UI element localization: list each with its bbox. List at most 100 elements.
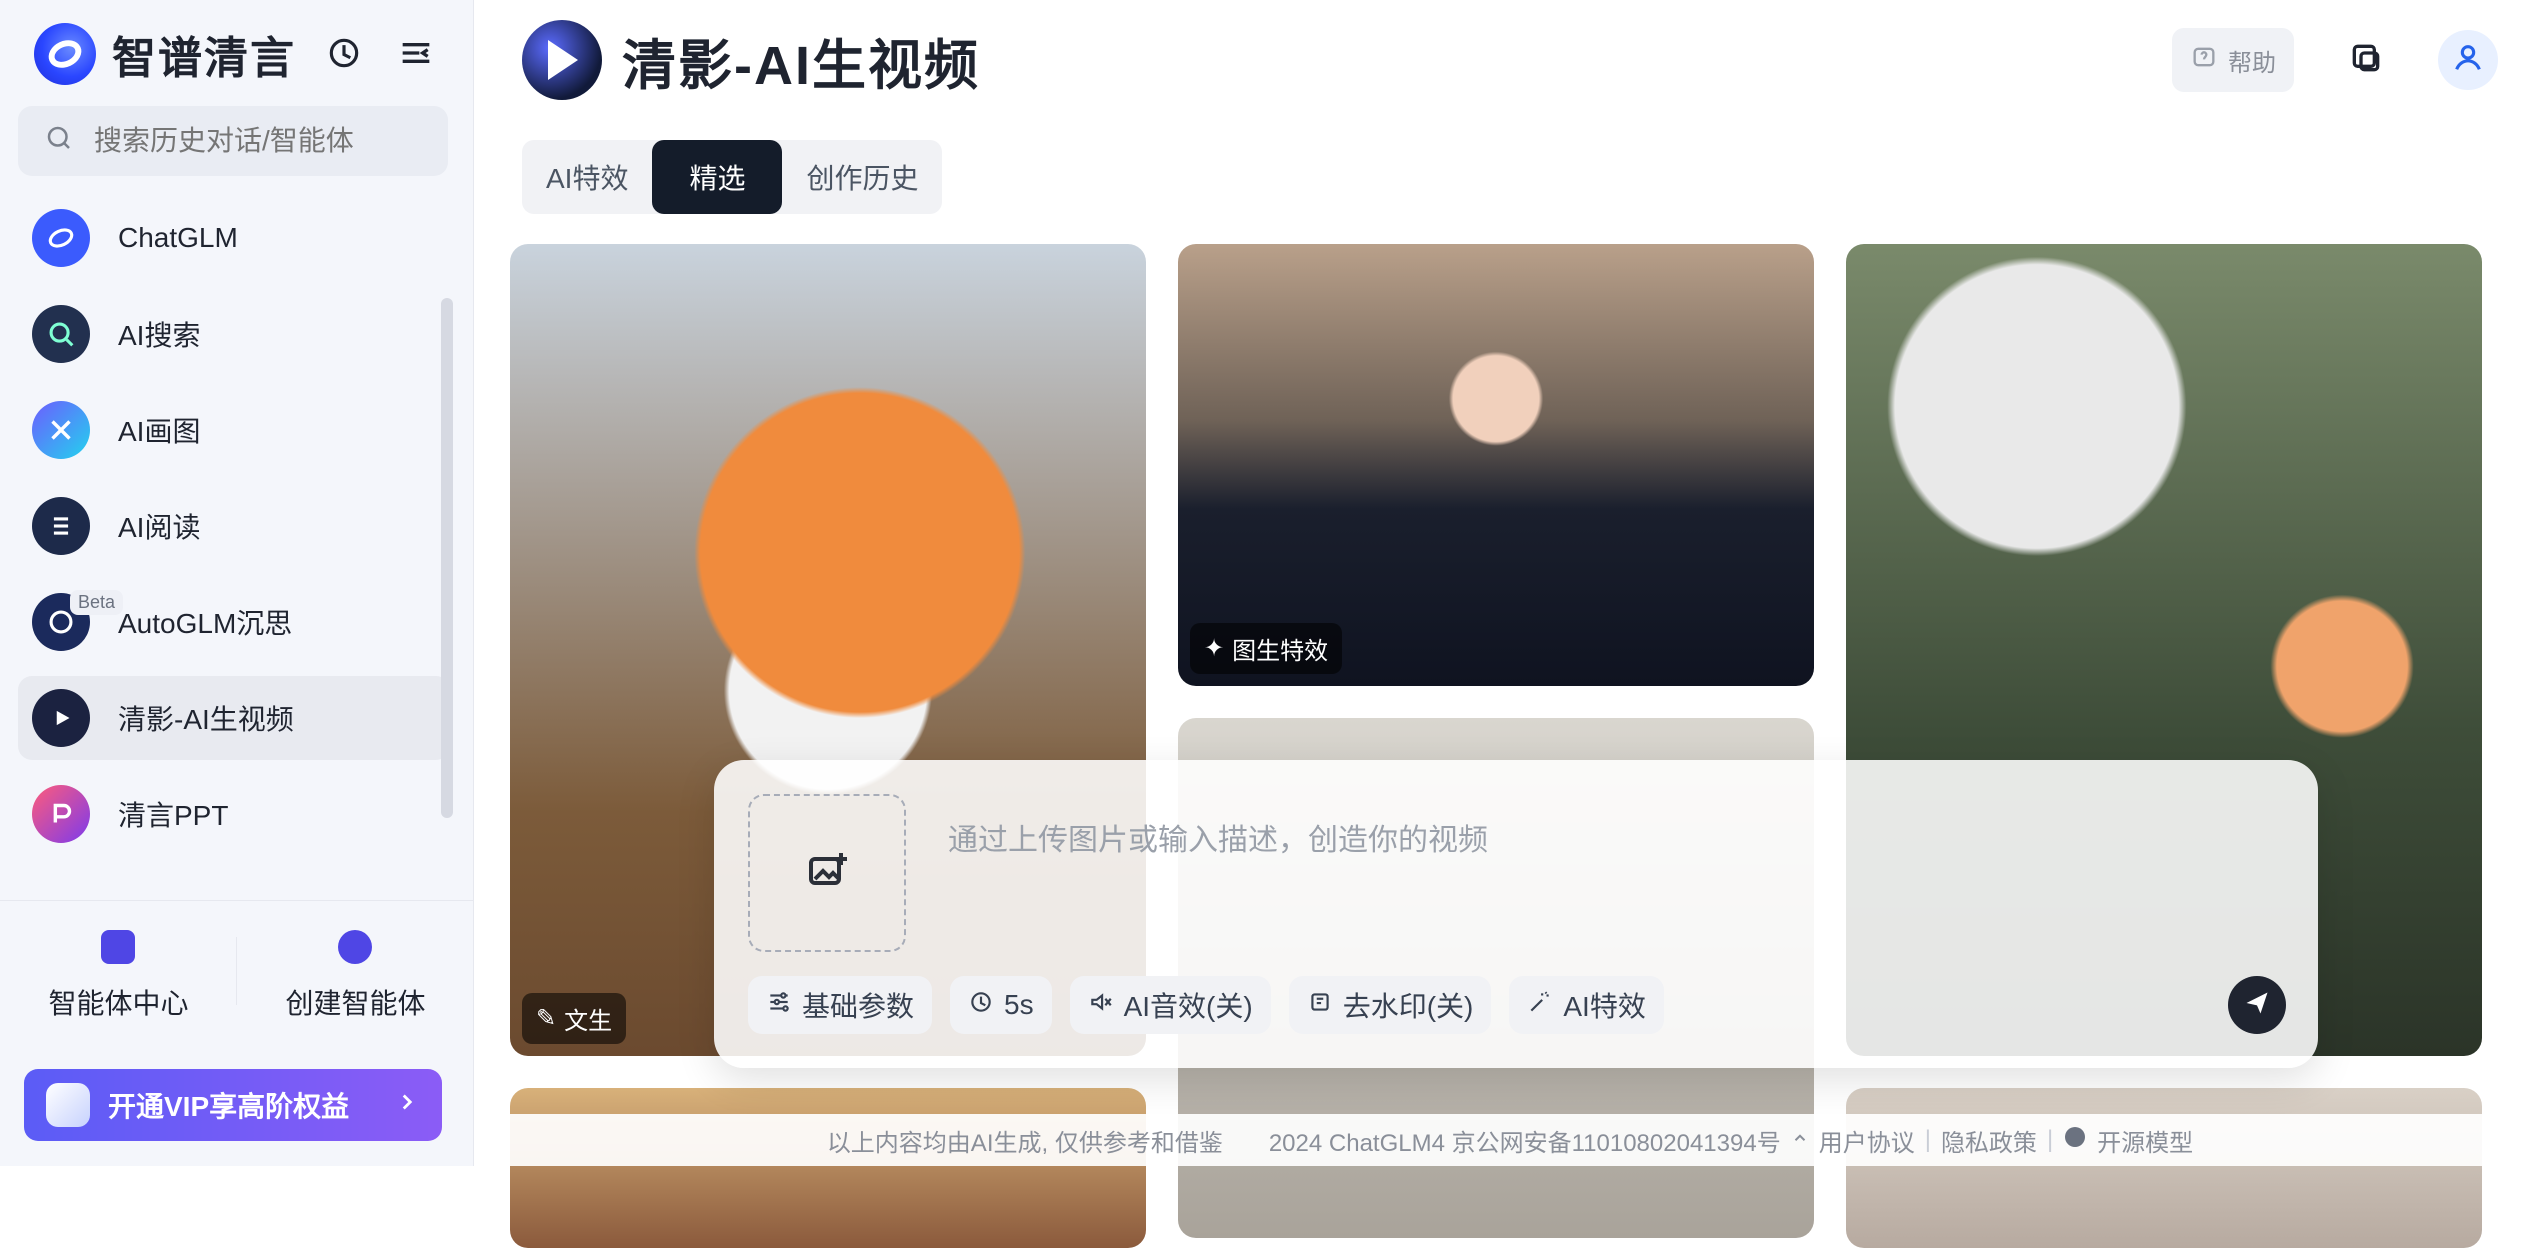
ai-draw-icon <box>32 401 90 459</box>
image-upload-button[interactable] <box>748 794 906 952</box>
search-input[interactable] <box>92 124 426 158</box>
sidebar-item-ai-search[interactable]: AI搜索 <box>18 292 450 376</box>
zhipu-logo-icon <box>34 23 96 85</box>
ppt-icon <box>32 785 90 843</box>
qingying-icon <box>32 689 90 747</box>
sidebar-item-chatglm[interactable]: ChatGLM <box>18 196 450 280</box>
sound-off-icon <box>1088 989 1114 1022</box>
search-icon <box>44 123 74 160</box>
sidebar-scrollbar[interactable] <box>441 298 453 818</box>
github-icon[interactable] <box>2063 1125 2087 1156</box>
page-title: 清影-AI生视频 <box>622 21 980 100</box>
card-label: ✎ 文生 <box>522 993 626 1044</box>
chip-label: 去水印(关) <box>1343 985 1474 1025</box>
sidebar-menu: ChatGLM AI搜索 AI画图 AI阅读 <box>18 196 450 896</box>
footer-link-open-source-models[interactable]: 开源模型 <box>2097 1123 2193 1158</box>
sidebar: 智谱清言 <box>0 0 474 1166</box>
sidebar-item-label: AI画图 <box>118 410 200 450</box>
vip-label: 开通VIP享高阶权益 <box>108 1085 349 1125</box>
footer-link-privacy[interactable]: 隐私政策 <box>1941 1123 2037 1158</box>
watermark-icon <box>1307 989 1333 1022</box>
chip-label: AI特效 <box>1563 985 1645 1025</box>
basic-params-button[interactable]: 基础参数 <box>748 976 932 1034</box>
agent-center-label: 智能体中心 <box>48 982 188 1022</box>
chevron-right-icon <box>394 1089 420 1122</box>
chevron-up-icon[interactable] <box>1791 1126 1809 1154</box>
send-button[interactable] <box>2228 976 2286 1034</box>
sidebar-item-label: AI搜索 <box>118 314 200 354</box>
chip-label: 基础参数 <box>802 985 914 1025</box>
footer-separator: | <box>1925 1126 1931 1154</box>
tab-featured[interactable]: 精选 <box>652 140 782 214</box>
chip-label: AI音效(关) <box>1124 985 1253 1025</box>
tab-ai-effects[interactable]: AI特效 <box>522 140 652 214</box>
send-icon <box>2243 989 2271 1022</box>
gallery-card[interactable] <box>510 1088 1146 1248</box>
footer-link-user-agreement[interactable]: 用户协议 <box>1819 1123 1915 1158</box>
sidebar-item-ppt[interactable]: 清言PPT <box>18 772 450 856</box>
sidebar-bottom-actions: 智能体中心 创建智能体 <box>0 900 474 1051</box>
brand-name: 智谱清言 <box>112 22 296 86</box>
create-agent-label: 创建智能体 <box>285 982 425 1022</box>
prompt-input[interactable] <box>946 810 2250 872</box>
composer-options: 基础参数 5s AI音效(关) <box>748 976 1664 1034</box>
multi-device-button[interactable] <box>2336 30 2396 90</box>
help-label: 帮助 <box>2228 43 2276 78</box>
magic-wand-icon: ✦ <box>1204 634 1224 663</box>
sidebar-item-label: 清言PPT <box>118 794 228 834</box>
gallery-card[interactable]: ✦ 图生特效 <box>1178 244 1814 686</box>
header-actions: 帮助 <box>2172 28 2498 92</box>
ai-search-icon <box>32 305 90 363</box>
help-button[interactable]: 帮助 <box>2172 28 2294 92</box>
agent-center-icon <box>101 930 135 964</box>
text-to-video-icon: ✎ <box>536 1004 556 1033</box>
card-label: ✦ 图生特效 <box>1190 623 1342 674</box>
multi-device-icon <box>2346 38 2386 83</box>
qingying-logo-icon <box>522 20 602 100</box>
footer: 以上内容均由AI生成, 仅供参考和借鉴 2024 ChatGLM4 京公网安备1… <box>474 1114 2546 1166</box>
sidebar-item-label: ChatGLM <box>118 222 238 254</box>
clock-icon <box>968 989 994 1022</box>
user-icon <box>2451 41 2485 80</box>
sidebar-item-label: AutoGLM沉思 <box>118 602 292 642</box>
sidebar-item-ai-draw[interactable]: AI画图 <box>18 388 450 472</box>
main-content: 清影-AI生视频 帮助 <box>474 0 2546 1166</box>
remove-watermark-toggle[interactable]: 去水印(关) <box>1289 976 1492 1034</box>
beta-badge: Beta <box>70 590 123 615</box>
sidebar-item-qingying[interactable]: 清影-AI生视频 <box>18 676 450 760</box>
create-agent-icon <box>338 930 372 964</box>
ai-effects-button[interactable]: AI特效 <box>1509 976 1663 1034</box>
chatglm-icon <box>32 209 90 267</box>
sidebar-item-ai-read[interactable]: AI阅读 <box>18 484 450 568</box>
collapse-sidebar-icon[interactable] <box>393 30 439 76</box>
footer-separator: | <box>2047 1126 2053 1154</box>
chip-label: 5s <box>1004 989 1034 1021</box>
create-agent-button[interactable]: 创建智能体 <box>285 930 425 1022</box>
history-icon[interactable] <box>321 30 367 76</box>
card-label-text: 文生 <box>564 1001 612 1036</box>
duration-button[interactable]: 5s <box>950 976 1052 1034</box>
agent-center-button[interactable]: 智能体中心 <box>48 930 188 1022</box>
top-header: 清影-AI生视频 帮助 <box>474 0 2546 120</box>
vip-badge-icon <box>46 1083 90 1127</box>
footer-copyright: 2024 ChatGLM4 京公网安备11010802041394号 <box>1269 1123 1781 1158</box>
add-image-icon <box>803 847 851 900</box>
tab-history[interactable]: 创作历史 <box>782 140 942 214</box>
magic-wand-icon <box>1527 989 1553 1022</box>
help-icon <box>2190 43 2218 78</box>
brand-tools <box>321 30 439 76</box>
ai-sound-toggle[interactable]: AI音效(关) <box>1070 976 1271 1034</box>
sidebar-item-label: 清影-AI生视频 <box>118 698 294 738</box>
sidebar-item-label: AI阅读 <box>118 506 200 546</box>
sliders-icon <box>766 989 792 1022</box>
user-button[interactable] <box>2438 30 2498 90</box>
footer-disclaimer: 以上内容均由AI生成, 仅供参考和借鉴 <box>827 1123 1223 1158</box>
ai-read-icon <box>32 497 90 555</box>
search-box[interactable] <box>18 106 448 176</box>
gallery-card[interactable] <box>1846 1088 2482 1248</box>
tab-bar: AI特效 精选 创作历史 <box>522 140 942 214</box>
brand[interactable]: 智谱清言 <box>34 22 296 86</box>
video-composer: 基础参数 5s AI音效(关) <box>714 760 2318 1068</box>
vip-banner[interactable]: 开通VIP享高阶权益 <box>24 1069 442 1141</box>
sidebar-item-autoglm[interactable]: Beta AutoGLM沉思 <box>18 580 450 664</box>
